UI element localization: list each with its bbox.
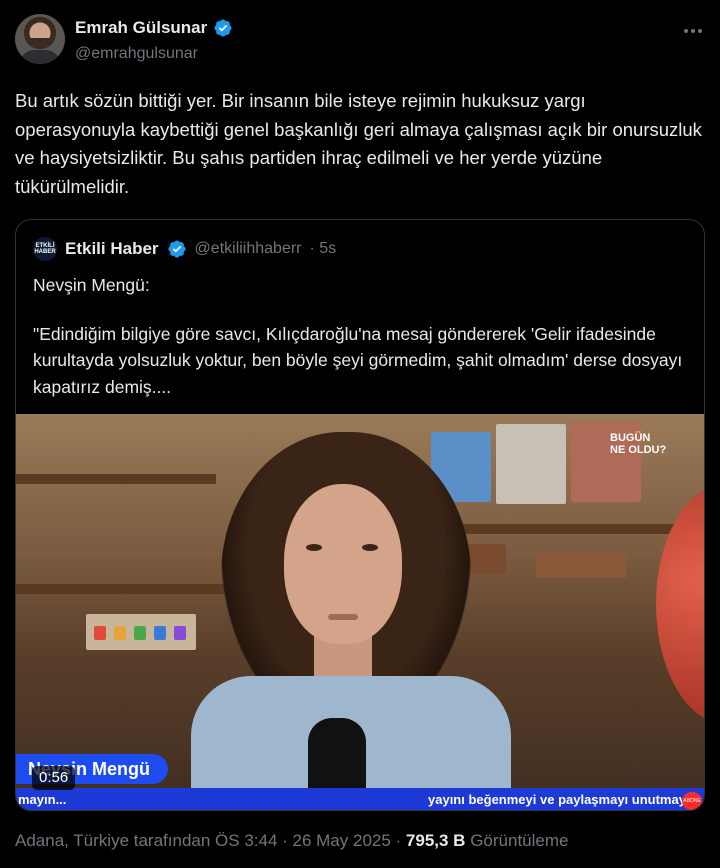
- quote-author-handle[interactable]: @etkiliihhaberr: [195, 240, 302, 258]
- quote-text-line2: "Edindiğim bilgiye göre savcı, Kılıçdaro…: [33, 323, 683, 397]
- channel-logo: BUGÜN NE OLDU?: [610, 432, 690, 466]
- quote-timestamp[interactable]: · 5s: [310, 240, 337, 258]
- author-avatar[interactable]: [15, 14, 65, 64]
- verified-badge-icon: [214, 19, 232, 37]
- more-options-icon[interactable]: [681, 22, 705, 40]
- subscribe-badge: ABONE: [682, 792, 702, 810]
- quote-header: ETKİLİ HABER Etkili Haber @etkiliihhaber…: [33, 236, 336, 262]
- view-count-label: Görüntüleme: [465, 831, 569, 850]
- channel-logo-top: BUGÜN: [610, 432, 651, 444]
- quote-author-name[interactable]: Etkili Haber: [65, 239, 159, 259]
- ticker-left-text: mayın...: [18, 792, 67, 807]
- tweet-header: Emrah Gülsunar @emrahgulsunar: [15, 14, 705, 68]
- view-count: 795,3 B: [405, 831, 466, 850]
- video-player[interactable]: BUGÜN NE OLDU? Nevşin Mengü mayın... yay…: [16, 414, 704, 810]
- tweet-location-time[interactable]: Adana, Türkiye tarafından ÖS 3:44 · 26 M…: [15, 831, 406, 850]
- channel-logo-bottom: NE OLDU?: [610, 444, 667, 456]
- quote-text: Nevşin Mengü: "Edindiğim bilgiye göre sa…: [33, 272, 693, 400]
- quoted-tweet-card[interactable]: ETKİLİ HABER Etkili Haber @etkiliihhaber…: [15, 219, 705, 811]
- ticker-right-text: yayını beğenmeyi ve paylaşmayı unutmayın: [428, 792, 698, 807]
- video-duration: 0:56: [32, 766, 76, 790]
- quote-text-line1: Nevşin Mengü:: [33, 275, 150, 295]
- quote-verified-badge-icon: [168, 240, 186, 258]
- news-ticker: mayın... yayını beğenmeyi ve paylaşmayı …: [16, 788, 704, 810]
- quote-author-avatar: ETKİLİ HABER: [33, 237, 57, 261]
- author-handle[interactable]: @emrahgulsunar: [75, 45, 198, 63]
- author-name-row: Emrah Gülsunar: [75, 18, 233, 38]
- tweet-meta: Adana, Türkiye tarafından ÖS 3:44 · 26 M…: [15, 831, 568, 851]
- tweet-text: Bu artık sözün bittiği yer. Bir insanın …: [15, 90, 702, 197]
- author-display-name[interactable]: Emrah Gülsunar: [75, 18, 207, 38]
